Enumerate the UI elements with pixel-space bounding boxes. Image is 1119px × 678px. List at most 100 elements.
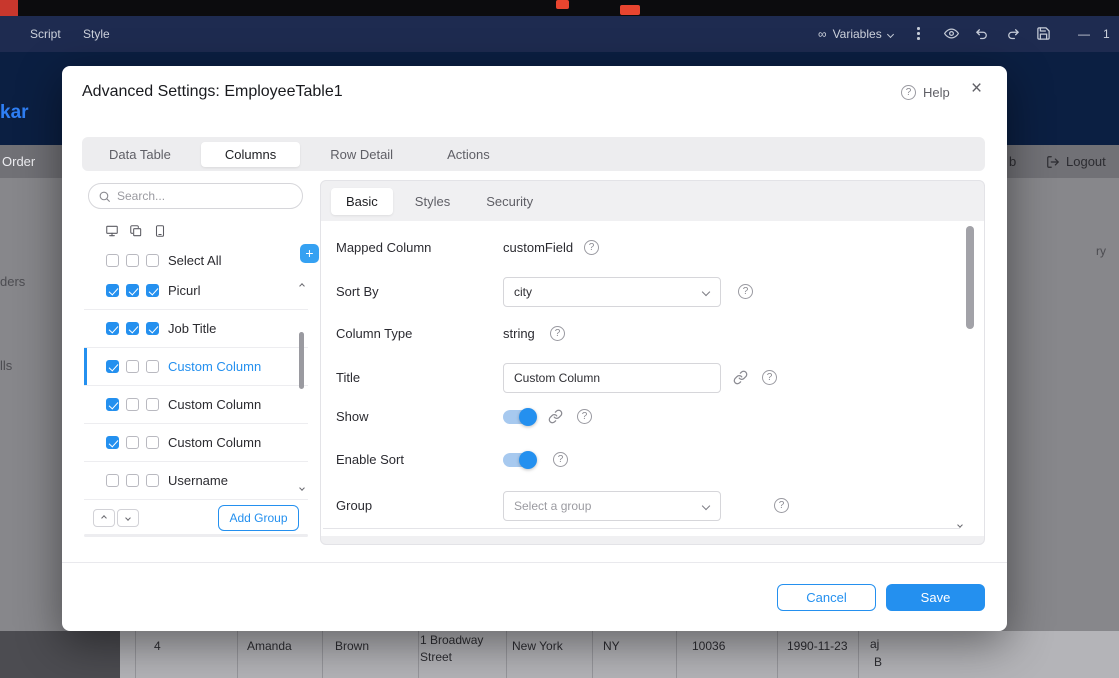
- checkbox-tablet[interactable]: [126, 284, 139, 297]
- column-row-username[interactable]: Username: [84, 462, 308, 500]
- variables-menu[interactable]: ∞ Variables: [818, 16, 893, 52]
- tab-row-detail[interactable]: Row Detail: [303, 139, 420, 170]
- redo-icon[interactable]: [1005, 26, 1020, 41]
- help-icon[interactable]: ?: [762, 370, 777, 385]
- tab-basic[interactable]: Basic: [331, 188, 393, 215]
- column-row-custom-2[interactable]: Custom Column: [84, 386, 308, 424]
- zoom-value: 1: [1103, 16, 1110, 52]
- tab-columns[interactable]: Columns: [201, 142, 300, 167]
- checkbox-desktop[interactable]: [106, 360, 119, 373]
- move-column-up-button[interactable]: [93, 509, 115, 527]
- red-badge-left: [0, 0, 18, 16]
- cell-extra-2: B: [874, 655, 882, 669]
- checkbox-tablet[interactable]: [126, 474, 139, 487]
- field-label: Sort By: [336, 277, 379, 307]
- select-all-row[interactable]: Select All +: [84, 247, 308, 273]
- column-search-box[interactable]: [88, 183, 303, 209]
- tablet-visibility-icon[interactable]: [129, 224, 143, 238]
- group-placeholder: Select a group: [514, 499, 591, 513]
- table-gridline: [135, 631, 136, 678]
- field-show: Show ?: [336, 402, 969, 432]
- undo-icon[interactable]: [975, 26, 990, 41]
- dimmed-bottom-left: [0, 631, 120, 678]
- preview-eye-icon[interactable]: [944, 26, 959, 41]
- enable-sort-toggle[interactable]: [503, 453, 535, 467]
- sidebar-fragment-2: lls: [0, 358, 12, 373]
- checkbox-desktop[interactable]: [106, 474, 119, 487]
- tab-actions[interactable]: Actions: [420, 139, 517, 170]
- save-button[interactable]: Save: [886, 584, 985, 611]
- help-icon: ?: [901, 85, 916, 100]
- search-icon: [98, 190, 111, 203]
- column-type-value: string: [503, 319, 535, 349]
- tab-styles[interactable]: Styles: [397, 188, 468, 215]
- checkbox-mobile[interactable]: [146, 436, 159, 449]
- checkbox-desktop[interactable]: [106, 398, 119, 411]
- help-icon[interactable]: ?: [550, 326, 565, 341]
- checkbox-tablet[interactable]: [126, 360, 139, 373]
- tab-script[interactable]: Script: [30, 16, 61, 52]
- show-toggle[interactable]: [503, 410, 535, 424]
- checkbox-tablet[interactable]: [126, 398, 139, 411]
- help-icon[interactable]: ?: [577, 409, 592, 424]
- column-list-scrollbar-thumb[interactable]: [299, 332, 304, 389]
- help-icon[interactable]: ?: [584, 240, 599, 255]
- field-column-type: Column Type string ?: [336, 319, 969, 349]
- nav-item-order: Order: [2, 145, 35, 178]
- add-group-button[interactable]: Add Group: [218, 505, 299, 531]
- select-all-checkbox-tablet[interactable]: [126, 254, 139, 267]
- checkbox-tablet[interactable]: [126, 322, 139, 335]
- help-button[interactable]: ? Help: [901, 85, 950, 100]
- checkbox-mobile[interactable]: [146, 322, 159, 335]
- tab-security[interactable]: Security: [468, 188, 551, 215]
- mobile-visibility-icon[interactable]: [153, 224, 167, 238]
- save-icon[interactable]: [1036, 26, 1051, 41]
- form-scroll-down-arrow[interactable]: [957, 522, 963, 528]
- column-row-custom-3[interactable]: Custom Column: [84, 424, 308, 462]
- title-input[interactable]: [503, 363, 721, 393]
- field-label: Group: [336, 491, 372, 521]
- close-icon[interactable]: ×: [971, 78, 982, 100]
- column-row-picurl[interactable]: Picurl: [84, 272, 308, 310]
- field-sort-by: Sort By city ?: [336, 277, 969, 307]
- form-scrollbar-thumb[interactable]: [966, 226, 974, 329]
- sort-by-select[interactable]: city: [503, 277, 721, 307]
- browser-top-bar: [0, 0, 1119, 16]
- tab-style[interactable]: Style: [83, 16, 110, 52]
- right-fragment: ry: [1096, 244, 1106, 258]
- select-all-checkbox-mobile[interactable]: [146, 254, 159, 267]
- cancel-button[interactable]: Cancel: [777, 584, 876, 611]
- mapped-column-value: customField: [503, 233, 573, 263]
- tab-data-table[interactable]: Data Table: [82, 139, 198, 170]
- bind-link-icon[interactable]: [548, 409, 563, 424]
- checkbox-desktop[interactable]: [106, 436, 119, 449]
- zoom-out-button[interactable]: —: [1078, 16, 1090, 52]
- add-column-button[interactable]: +: [300, 244, 319, 263]
- help-icon[interactable]: ?: [738, 284, 753, 299]
- desktop-visibility-icon[interactable]: [105, 224, 119, 238]
- move-column-down-button[interactable]: [117, 509, 139, 527]
- column-row-job-title[interactable]: Job Title: [84, 310, 308, 348]
- cell-extra-1: aj: [870, 637, 879, 651]
- bind-link-icon[interactable]: [733, 370, 748, 385]
- kebab-menu-icon[interactable]: [917, 27, 920, 40]
- checkbox-desktop[interactable]: [106, 284, 119, 297]
- field-label: Enable Sort: [336, 445, 404, 475]
- checkbox-mobile[interactable]: [146, 398, 159, 411]
- list-horizontal-scrollbar[interactable]: [84, 534, 308, 537]
- field-label: Show: [336, 402, 369, 432]
- checkbox-mobile[interactable]: [146, 284, 159, 297]
- column-row-custom-selected[interactable]: Custom Column: [84, 348, 308, 386]
- select-all-checkbox-desktop[interactable]: [106, 254, 119, 267]
- help-icon[interactable]: ?: [774, 498, 789, 513]
- checkbox-mobile[interactable]: [146, 360, 159, 373]
- checkbox-desktop[interactable]: [106, 322, 119, 335]
- modal-tabbar: Data Table Columns Row Detail Actions: [82, 137, 985, 171]
- checkbox-mobile[interactable]: [146, 474, 159, 487]
- red-badge-center: [556, 0, 569, 9]
- checkbox-tablet[interactable]: [126, 436, 139, 449]
- settings-tabbar: Basic Styles Security: [321, 181, 984, 221]
- group-select[interactable]: Select a group: [503, 491, 721, 521]
- search-input[interactable]: [117, 189, 293, 203]
- help-icon[interactable]: ?: [553, 452, 568, 467]
